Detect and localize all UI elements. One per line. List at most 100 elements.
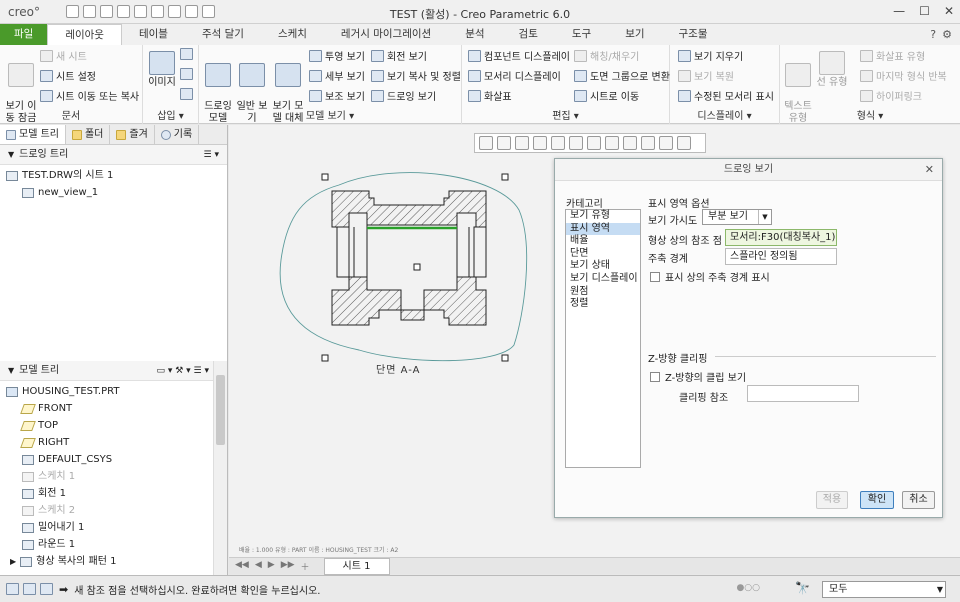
browser-icon[interactable] xyxy=(23,583,36,595)
model-tree-item-front[interactable]: FRONT xyxy=(6,400,119,417)
hatch-fill-button[interactable]: 해칭/채우기 xyxy=(574,48,639,63)
find-icon[interactable]: 🔭 xyxy=(795,581,810,595)
zoom-out-icon[interactable] xyxy=(515,136,529,150)
redo-icon[interactable] xyxy=(134,5,147,18)
settings-icon[interactable]: ⚙ xyxy=(942,28,952,41)
z-clip-checkbox[interactable]: Z-방향의 클립 보기 xyxy=(650,369,746,384)
dialog-title-bar[interactable]: 드로잉 보기 ✕ xyxy=(555,159,942,181)
saved-views-icon[interactable] xyxy=(569,136,583,150)
save-icon[interactable] xyxy=(100,5,113,18)
boundary-field[interactable]: 스플라인 정의됨 xyxy=(725,248,837,265)
copy-align-view-button[interactable]: 보기 복사 및 정렬 xyxy=(371,68,461,83)
repeat-format-button[interactable]: 마지막 형식 반복 xyxy=(860,68,947,83)
category-item-origin[interactable]: 원점 xyxy=(566,286,640,299)
datum-axes-icon[interactable] xyxy=(623,136,637,150)
apply-button[interactable]: 적용 xyxy=(816,491,848,509)
next-sheet-icon[interactable]: ▶ xyxy=(268,560,275,573)
projection-view-button[interactable]: 투영 보기 xyxy=(309,48,365,63)
revolved-view-button[interactable]: 회전 보기 xyxy=(371,48,427,63)
model-tree-scrollbar[interactable] xyxy=(213,361,227,575)
tab-framework[interactable]: 구조물 xyxy=(662,24,725,45)
close-button[interactable]: ✕ xyxy=(944,4,954,18)
regenerate-icon[interactable] xyxy=(168,5,181,18)
model-tree-tools-icon[interactable]: ▭ ▾ ⚒ ▾ ☰ ▾ xyxy=(157,361,210,381)
move-copy-sheet-button[interactable]: 시트 이동 또는 복사 xyxy=(40,88,139,103)
tab-layout[interactable]: 레이아웃 xyxy=(47,24,122,45)
reference-point-field[interactable]: 모서리:F30(대칭복사_1) xyxy=(725,229,837,246)
add-sheet-icon[interactable]: ＋ xyxy=(301,560,310,573)
category-item-view-display[interactable]: 보기 디스플레이 xyxy=(566,273,640,286)
undo-icon[interactable] xyxy=(117,5,130,18)
model-tree-header[interactable]: ▼ 모델 트리 ▭ ▾ ⚒ ▾ ☰ ▾ xyxy=(0,361,213,381)
drawing-tree-item-view[interactable]: new_view_1 xyxy=(6,184,227,201)
maximize-button[interactable]: ☐ xyxy=(919,4,930,18)
model-tree-item-top[interactable]: TOP xyxy=(6,417,119,434)
tab-review[interactable]: 검토 xyxy=(502,24,555,45)
expand-icon[interactable]: ▶ xyxy=(10,553,16,570)
sheet-tab[interactable]: 시트 1 xyxy=(323,557,390,575)
model-tree-item-sketch-2[interactable]: 스케치 2 xyxy=(6,502,119,519)
handle-top-right[interactable] xyxy=(501,173,509,181)
hyperlink-button[interactable]: 하이퍼링크 xyxy=(860,88,922,103)
tree-settings-icon[interactable]: ☰ ▾ xyxy=(204,145,219,165)
insert-object-button[interactable] xyxy=(180,48,193,60)
open-file-icon[interactable] xyxy=(83,5,96,18)
tab-file[interactable]: 파일 xyxy=(0,24,48,45)
view-label[interactable]: 단면 A-A xyxy=(376,361,420,376)
tab-tools[interactable]: 도구 xyxy=(555,24,608,45)
new-file-icon[interactable] xyxy=(66,5,79,18)
model-tree-item-csys[interactable]: DEFAULT_CSYS xyxy=(6,451,119,468)
arrows-button[interactable]: 화살표 xyxy=(468,88,512,103)
detail-view-button[interactable]: 세부 보기 xyxy=(309,68,365,83)
selection-filter[interactable]: 모두 ▼ xyxy=(822,581,946,598)
drawing-view-svg[interactable] xyxy=(269,165,569,425)
ok-button[interactable]: 확인 xyxy=(860,491,894,509)
view-manager-icon[interactable] xyxy=(587,136,601,150)
model-tree-item-revolve-1[interactable]: 회전 1 xyxy=(6,485,119,502)
close-window-icon[interactable] xyxy=(202,5,215,18)
category-item-view-states[interactable]: 보기 상태 xyxy=(566,260,640,273)
show-boundary-checkbox[interactable]: 표시 상의 주축 경계 표시 xyxy=(650,269,770,284)
model-tree-item-sketch-1[interactable]: 스케치 1 xyxy=(6,468,119,485)
model-tree-item-extrude-1[interactable]: 밀어내기 1 xyxy=(6,519,119,536)
scrollbar-thumb[interactable] xyxy=(216,375,225,445)
prev-sheet-icon[interactable]: ◀ xyxy=(255,560,262,573)
handle-center[interactable] xyxy=(413,263,421,271)
tab-history[interactable]: 기록 xyxy=(155,125,200,144)
category-item-visible-area[interactable]: 표시 영역 xyxy=(566,222,640,236)
drawing-view-button[interactable]: 드로잉 보기 xyxy=(371,88,436,103)
tab-analysis[interactable]: 분석 xyxy=(448,24,501,45)
message-log-icon[interactable] xyxy=(6,583,19,595)
model-tree-item-pattern-1[interactable]: ▶ 형상 복사의 패턴 1 xyxy=(6,553,119,570)
line-style-button[interactable]: 선 유형 xyxy=(814,51,850,89)
annotations-icon[interactable] xyxy=(677,136,691,150)
dialog-close-icon[interactable]: ✕ xyxy=(925,159,934,181)
tab-legacy-migration[interactable]: 레거시 마이그레이션 xyxy=(324,24,448,45)
resume-view-button[interactable]: 보기 복원 xyxy=(678,68,734,83)
datum-points-icon[interactable] xyxy=(641,136,655,150)
drawing-tree-header[interactable]: ▼ 드로잉 트리 ☰ ▾ xyxy=(0,145,227,165)
tab-sketch[interactable]: 스케치 xyxy=(261,24,324,45)
minimize-button[interactable]: — xyxy=(893,4,905,18)
category-item-alignment[interactable]: 정렬 xyxy=(566,298,640,311)
edge-display-button[interactable]: 모서리 디스플레이 xyxy=(468,68,561,83)
cancel-button[interactable]: 취소 xyxy=(902,491,935,509)
windows-icon[interactable] xyxy=(185,5,198,18)
display-style-icon[interactable] xyxy=(551,136,565,150)
category-item-scale[interactable]: 배율 xyxy=(566,235,640,248)
tab-favorites[interactable]: 즐겨 xyxy=(110,125,155,144)
clip-reference-field[interactable] xyxy=(747,385,859,402)
tab-table[interactable]: 테이블 xyxy=(122,24,185,45)
erase-view-button[interactable]: 보기 지우기 xyxy=(678,48,743,63)
image-button[interactable]: 이미지 xyxy=(147,51,177,89)
model-tree-item-part[interactable]: HOUSING_TEST.PRT xyxy=(6,383,119,400)
last-sheet-icon[interactable]: ▶▶ xyxy=(281,560,295,573)
component-display-button[interactable]: 컴포넌트 디스플레이 xyxy=(468,48,570,63)
hatch-style-button[interactable]: 화살표 유형 xyxy=(860,48,925,63)
tab-view[interactable]: 보기 xyxy=(608,24,661,45)
handle-top-left[interactable] xyxy=(321,173,329,181)
sheet-setup-button[interactable]: 시트 설정 xyxy=(40,68,96,83)
insert-file-button[interactable] xyxy=(180,88,193,100)
handle-bottom-right[interactable] xyxy=(501,354,509,362)
csys-display-icon[interactable] xyxy=(659,136,673,150)
